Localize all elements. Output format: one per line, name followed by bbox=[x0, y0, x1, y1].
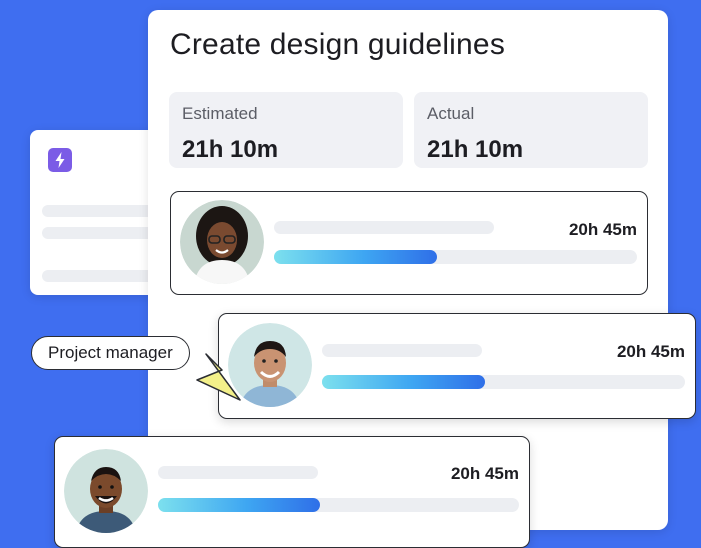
duration: 20h 45m bbox=[616, 342, 685, 361]
avatar bbox=[180, 200, 264, 284]
duration: 20h 45m bbox=[450, 464, 519, 483]
progress-fill bbox=[274, 250, 438, 264]
actual-label: Actual bbox=[427, 104, 475, 123]
name-placeholder bbox=[158, 466, 318, 479]
duration: 20h 45m bbox=[568, 220, 637, 239]
assignee-row[interactable]: 20h 45m bbox=[218, 313, 696, 419]
estimated-value: 21h 10m bbox=[182, 136, 279, 163]
name-placeholder bbox=[322, 344, 482, 357]
bolt-icon bbox=[48, 148, 72, 172]
name-placeholder bbox=[274, 221, 494, 234]
progress-bar bbox=[322, 375, 685, 389]
assignee-row[interactable]: 20h 45m bbox=[54, 436, 530, 548]
pointer-cursor-icon bbox=[196, 353, 241, 401]
actual-stat: Actual 21h 10m bbox=[414, 92, 648, 168]
progress-bar bbox=[158, 498, 519, 512]
estimated-label: Estimated bbox=[182, 104, 258, 123]
assignee-row[interactable]: 20h 45m bbox=[170, 191, 648, 295]
progress-bar bbox=[274, 250, 637, 264]
progress-fill bbox=[322, 375, 486, 389]
actual-value: 21h 10m bbox=[427, 136, 524, 163]
task-title: Create design guidelines bbox=[170, 28, 506, 61]
estimated-stat: Estimated 21h 10m bbox=[169, 92, 403, 168]
progress-fill bbox=[158, 498, 321, 512]
avatar bbox=[64, 449, 148, 533]
project-manager-tag: Project manager bbox=[31, 336, 190, 370]
